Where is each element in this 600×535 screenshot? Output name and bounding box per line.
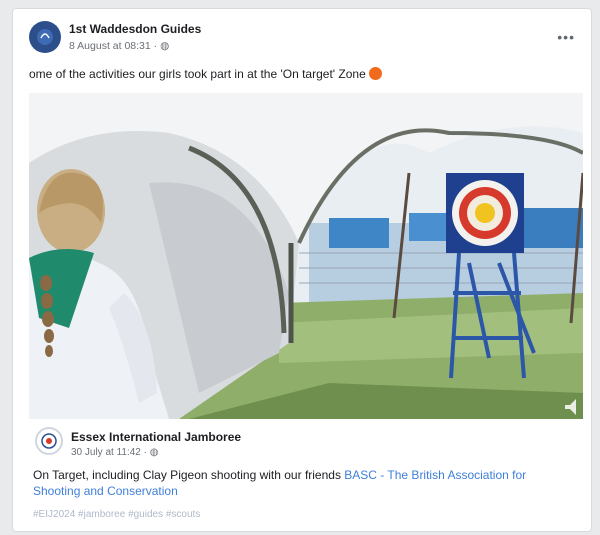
- globe-icon: ◍: [149, 447, 159, 458]
- caption-text: ome of the activities our girls took par…: [29, 67, 366, 81]
- emoji-icon: [368, 67, 382, 80]
- post-header: 1st Waddesdon Guides 8 August at 08:31 ·…: [29, 21, 579, 63]
- trefoil-logo-icon: [37, 29, 53, 45]
- globe-icon: ◍: [160, 40, 170, 52]
- post-meta: 8 August at 08:31 · ◍: [69, 40, 169, 52]
- shared-timestamp[interactable]: 30 July at 11:42 ·: [71, 447, 150, 458]
- shared-page-name[interactable]: Essex International Jamboree: [71, 430, 241, 444]
- jamboree-logo-icon: [41, 433, 57, 449]
- page-name[interactable]: 1st Waddesdon Guides: [69, 22, 201, 36]
- hashtags[interactable]: #EIJ2024 #jamboree #guides #scouts: [33, 509, 200, 520]
- shared-text: On Target, including Clay Pigeon shootin…: [33, 468, 345, 482]
- archery-scene-image: [29, 93, 583, 419]
- post-timestamp[interactable]: 8 August at 08:31 ·: [69, 40, 160, 52]
- shared-post: Essex International Jamboree 30 July at …: [29, 419, 583, 531]
- page-avatar[interactable]: [29, 21, 61, 53]
- post-caption: ome of the activities our girls took par…: [29, 67, 382, 81]
- shared-page-avatar[interactable]: [35, 427, 63, 455]
- facebook-post-card: 1st Waddesdon Guides 8 August at 08:31 ·…: [12, 8, 592, 532]
- shared-post-text: On Target, including Clay Pigeon shootin…: [33, 467, 543, 499]
- post-photo[interactable]: [29, 93, 583, 419]
- more-options-icon[interactable]: •••: [557, 29, 575, 45]
- shared-meta: 30 July at 11:42 · ◍: [71, 447, 158, 458]
